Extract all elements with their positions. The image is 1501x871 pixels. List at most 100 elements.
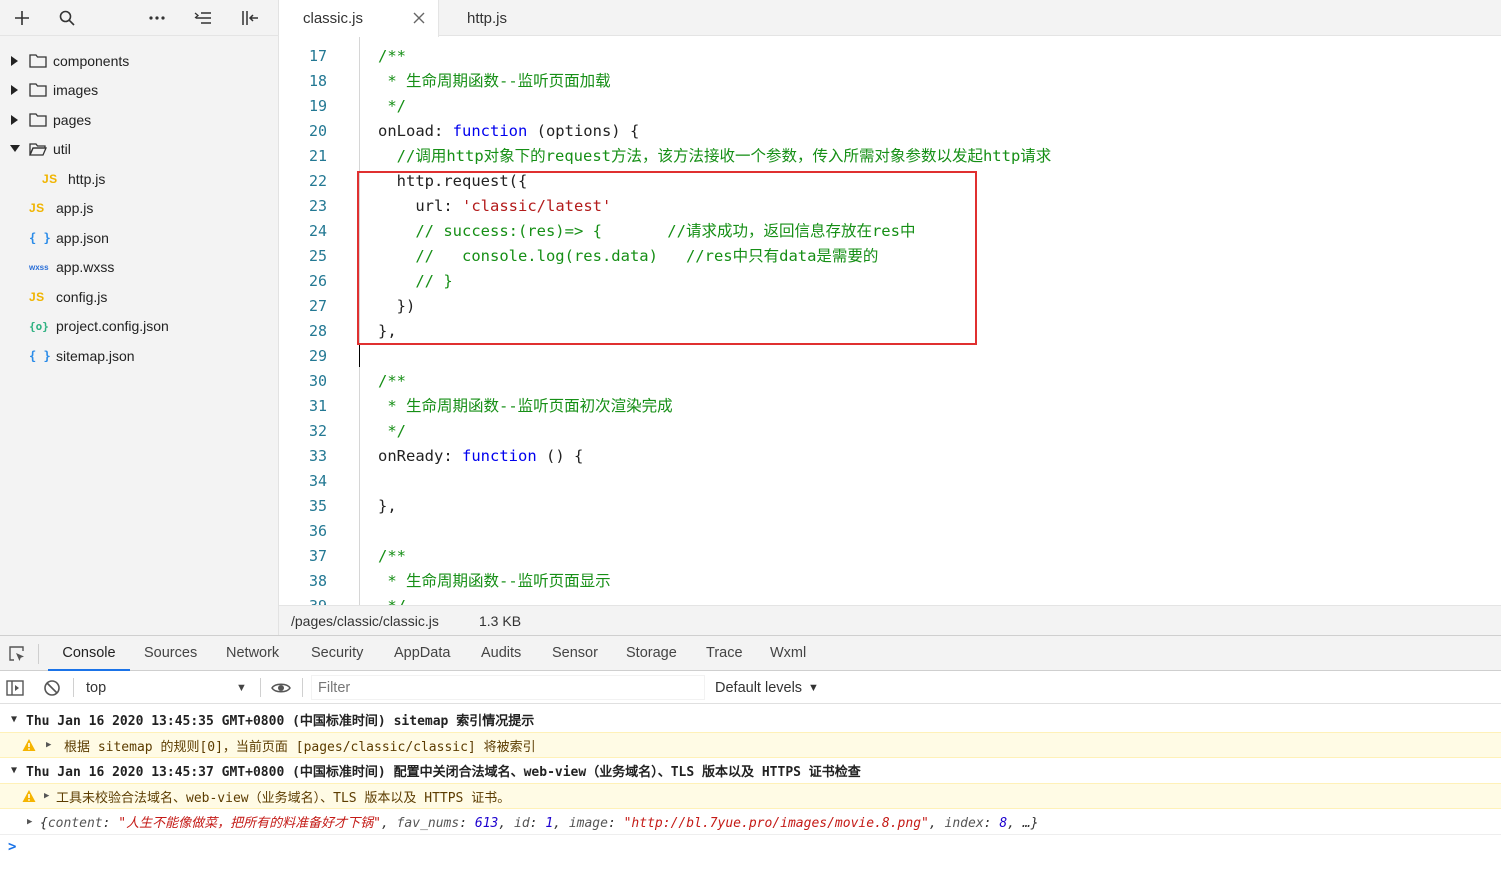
line-number: 34 bbox=[308, 472, 327, 490]
tree-item-label: app.js bbox=[56, 200, 94, 217]
code-line: //调用http对象下的request方法，该方法接收一个参数，传入所需对象参数… bbox=[378, 144, 1052, 169]
devtools-tab-sensor[interactable]: Sensor bbox=[552, 636, 598, 670]
code-line: */ bbox=[378, 594, 406, 605]
line-number: 30 bbox=[308, 372, 327, 390]
code-line: /** bbox=[378, 44, 406, 69]
code-token: * 生命周期函数--监听页面显示 bbox=[378, 572, 611, 590]
code-token: (options) { bbox=[527, 122, 640, 140]
code-token: */ bbox=[378, 422, 406, 440]
group-title: Thu Jan 16 2020 13:45:37 GMT+0800 (中国标准时… bbox=[26, 765, 861, 780]
tree-item-sitemap-json[interactable]: { } sitemap.json bbox=[0, 341, 279, 371]
devtools-tab-appdata[interactable]: AppData bbox=[394, 636, 450, 670]
tree-item-project-config-json[interactable]: {o} project.config.json bbox=[0, 312, 279, 342]
code-line: * 生命周期函数--监听页面加载 bbox=[378, 69, 611, 94]
tab-classic-js[interactable]: classic.js bbox=[279, 0, 439, 37]
code-line: */ bbox=[378, 94, 406, 119]
code-line: http.request({ bbox=[378, 169, 528, 194]
collapsed-triangle-icon[interactable]: ▶ bbox=[27, 817, 32, 827]
add-icon[interactable] bbox=[10, 6, 34, 30]
tree-item-app-wxss[interactable]: wxss app.wxss bbox=[0, 253, 279, 283]
chevron-right-icon[interactable] bbox=[10, 55, 20, 66]
console-group-header[interactable]: ▼ Thu Jan 16 2020 13:45:37 GMT+0800 (中国标… bbox=[0, 758, 1501, 783]
code-line: // success:(res)=> { //请求成功，返回信息存放在res中 bbox=[378, 219, 915, 244]
code-line: */ bbox=[378, 419, 406, 444]
search-icon[interactable] bbox=[55, 6, 79, 30]
console-group-header[interactable]: ▼ Thu Jan 16 2020 13:45:35 GMT+0800 (中国标… bbox=[0, 707, 1501, 732]
collapsed-triangle-icon[interactable]: ▶ bbox=[46, 740, 51, 750]
expanded-triangle-icon[interactable]: ▼ bbox=[11, 765, 17, 776]
console-log-object[interactable]: ▶ {content: "人生不能像做菜，把所有的料准备好才下锅", fav_n… bbox=[0, 809, 1501, 835]
tree-item-app-json[interactable]: { } app.json bbox=[0, 223, 279, 253]
tree-item-app-js[interactable]: JS app.js bbox=[0, 194, 279, 224]
caret-down-icon: ▼ bbox=[808, 681, 819, 694]
devtools-tab-storage[interactable]: Storage bbox=[626, 636, 677, 670]
clear-console-icon[interactable] bbox=[43, 671, 61, 704]
tree-item-config-js[interactable]: JS config.js bbox=[0, 282, 279, 312]
console-warning[interactable]: ▶ 工具未校验合法域名、web-view（业务域名）、TLS 版本以及 HTTP… bbox=[0, 783, 1501, 809]
devtools-tab-audits[interactable]: Audits bbox=[481, 636, 521, 670]
tree-item-label: app.json bbox=[56, 229, 109, 246]
chevron-down-icon[interactable] bbox=[10, 144, 20, 154]
tree-item-util[interactable]: util bbox=[0, 135, 279, 165]
tree-item-http-js[interactable]: JS http.js bbox=[0, 164, 279, 194]
code-token: 'classic/latest' bbox=[462, 197, 612, 215]
devtools-tab-security[interactable]: Security bbox=[311, 636, 363, 670]
context-select[interactable]: top ▼ bbox=[76, 671, 251, 704]
tree-item-label: components bbox=[53, 52, 130, 69]
code-text-area[interactable]: 17 /** 18 * 生命周期函数--监听页面加载 19 */ 20 onLoad: f… bbox=[279, 37, 1501, 605]
console-warning[interactable]: ▶ 根据 sitemap 的规则[0]，当前页面 [pages/classic/… bbox=[0, 732, 1501, 758]
devtools-tab-console[interactable]: Console bbox=[48, 636, 130, 671]
devtools-tab-sources[interactable]: Sources bbox=[144, 636, 197, 670]
collapse-all-icon[interactable] bbox=[191, 6, 215, 30]
folder-icon bbox=[29, 54, 47, 68]
js-file-icon: JS bbox=[29, 289, 45, 304]
toolbar-divider bbox=[73, 678, 74, 697]
log-levels-dropdown[interactable]: Default levels ▼ bbox=[715, 671, 819, 704]
js-file-icon: JS bbox=[42, 171, 58, 186]
toolbar-divider bbox=[302, 678, 303, 697]
tree-item-pages[interactable]: pages bbox=[0, 105, 279, 135]
chevron-right-icon[interactable] bbox=[10, 114, 20, 125]
code-token: /** bbox=[378, 547, 406, 565]
more-icon[interactable] bbox=[145, 6, 169, 30]
code-line: url: 'classic/latest' bbox=[378, 194, 611, 219]
tree-item-label: http.js bbox=[68, 170, 106, 187]
console-prompt[interactable]: > bbox=[8, 839, 16, 855]
code-token: //调用http对象下的request方法，该方法接收一个参数，传入所需对象参数… bbox=[378, 147, 1052, 165]
devtools-tab-trace[interactable]: Trace bbox=[706, 636, 743, 670]
devtools-tab-network[interactable]: Network bbox=[226, 636, 279, 670]
line-number: 38 bbox=[308, 572, 327, 590]
devtools-tab-wxml[interactable]: Wxml bbox=[770, 636, 806, 670]
code-token: * 生命周期函数--监听页面加载 bbox=[378, 72, 611, 90]
tree-item-label: pages bbox=[53, 111, 92, 128]
collapsed-triangle-icon[interactable]: ▶ bbox=[44, 791, 49, 801]
code-line: }, bbox=[378, 319, 397, 344]
code-line: }) bbox=[378, 294, 416, 319]
line-number: 20 bbox=[308, 122, 327, 140]
folder-icon bbox=[29, 113, 47, 127]
code-token: http.request({ bbox=[378, 172, 528, 190]
console-filter-input[interactable] bbox=[311, 675, 705, 700]
tree-item-components[interactable]: components bbox=[0, 46, 279, 76]
code-token: */ bbox=[378, 97, 406, 115]
live-expression-eye-icon[interactable] bbox=[271, 671, 291, 704]
chevron-right-icon[interactable] bbox=[10, 85, 20, 96]
log-levels-label: Default levels bbox=[715, 679, 803, 696]
devtools-tabbar: Console Sources Network Security AppData Audi… bbox=[0, 636, 1501, 671]
expanded-triangle-icon[interactable]: ▼ bbox=[11, 714, 17, 725]
line-number: 31 bbox=[308, 397, 327, 415]
tab-http-js[interactable]: http.js bbox=[439, 0, 539, 36]
console-output[interactable]: ▼ Thu Jan 16 2020 13:45:35 GMT+0800 (中国标… bbox=[0, 705, 1501, 871]
close-icon[interactable] bbox=[412, 11, 426, 25]
code-line: // console.log(res.data) //res中只有data是需要… bbox=[378, 244, 878, 269]
cfg-file-icon: {o} bbox=[29, 319, 49, 333]
toggle-layout-icon[interactable] bbox=[238, 6, 262, 30]
tree-item-label: app.wxss bbox=[56, 259, 115, 276]
sidebar-toggle-icon[interactable] bbox=[6, 671, 24, 704]
tree-item-images[interactable]: images bbox=[0, 76, 279, 106]
code-token: }, bbox=[378, 322, 397, 340]
code-line: /** bbox=[378, 369, 406, 394]
inspect-element-icon[interactable] bbox=[8, 645, 26, 663]
warning-icon bbox=[22, 790, 36, 802]
code-token: * 生命周期函数--监听页面初次渲染完成 bbox=[378, 397, 673, 415]
